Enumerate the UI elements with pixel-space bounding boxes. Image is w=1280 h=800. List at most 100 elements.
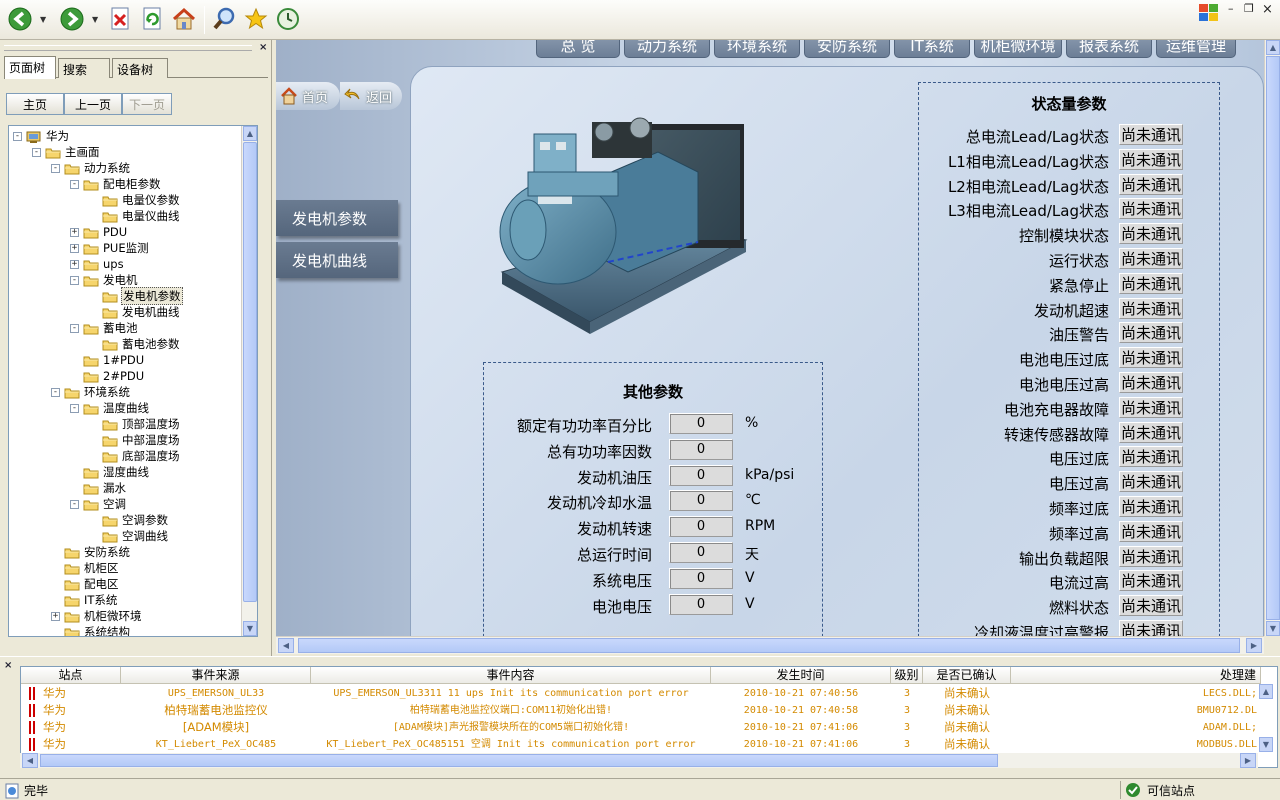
- event-row[interactable]: 华为 柏特瑞蓄电池监控仪 柏特瑞蓄电池监控仪端口:COM11初始化出错! 2010-1…: [21, 702, 1261, 719]
- tree-node[interactable]: 漏水: [70, 480, 127, 496]
- menu-tab[interactable]: 安防系统: [804, 40, 890, 58]
- tree-node[interactable]: 机柜区: [51, 560, 120, 576]
- tree-node[interactable]: 2#PDU: [70, 368, 145, 384]
- tree-expand-icon[interactable]: -: [70, 323, 79, 333]
- tree-node[interactable]: - 华为: [13, 128, 70, 144]
- menu-tab[interactable]: 报表系统: [1066, 40, 1152, 58]
- menu-tab[interactable]: 机柜微环境: [974, 40, 1062, 58]
- tree-scrollbar[interactable]: ▲ ▼: [241, 126, 257, 636]
- tree-node[interactable]: 空调参数: [89, 512, 169, 528]
- scroll-down-icon[interactable]: ▼: [1259, 737, 1273, 752]
- scroll-thumb[interactable]: [40, 754, 998, 767]
- scroll-right-icon[interactable]: ▶: [1246, 638, 1262, 653]
- tree-expand-icon[interactable]: -: [13, 131, 22, 141]
- tree-node[interactable]: + ups: [70, 256, 125, 272]
- tab-device-tree[interactable]: 设备树: [112, 58, 168, 78]
- restore-button[interactable]: ❐: [1244, 2, 1254, 15]
- main-scrollbar-horizontal[interactable]: ◀ ▶: [276, 636, 1264, 654]
- events-scrollbar-horizontal[interactable]: ◀ ▶: [20, 753, 1258, 768]
- generator-params-button[interactable]: 发电机参数: [276, 200, 398, 236]
- tree-node[interactable]: 蓄电池参数: [89, 336, 181, 352]
- tree-node[interactable]: - 空调: [70, 496, 127, 512]
- column-header[interactable]: 站点: [21, 667, 121, 684]
- tree-node[interactable]: - 温度曲线: [70, 400, 150, 416]
- tree-node[interactable]: 湿度曲线: [70, 464, 150, 480]
- tab-search[interactable]: 搜索: [58, 58, 110, 78]
- scroll-thumb[interactable]: [298, 638, 1240, 653]
- tree-node[interactable]: + 机柜微环境: [51, 608, 143, 624]
- home-icon[interactable]: [170, 5, 198, 33]
- tree-node[interactable]: 底部温度场: [89, 448, 181, 464]
- main-scrollbar-vertical[interactable]: ▲ ▼: [1264, 40, 1280, 636]
- tree-expand-icon[interactable]: -: [51, 387, 60, 397]
- minimize-button[interactable]: –: [1228, 2, 1234, 15]
- event-row[interactable]: 华为 [ADAM模块] [ADAM模块]声光报警模块所在的COM5端口初始化错! 20…: [21, 719, 1261, 736]
- generator-curve-button[interactable]: 发电机曲线: [276, 242, 398, 278]
- tree-expand-icon[interactable]: +: [51, 611, 60, 621]
- tree-node[interactable]: IT系统: [51, 592, 118, 608]
- menu-tab[interactable]: IT系统: [894, 40, 970, 58]
- tree-expand-icon[interactable]: -: [70, 403, 79, 413]
- events-scrollbar-vertical[interactable]: ▲ ▼: [1258, 684, 1274, 752]
- tree-node[interactable]: - 配电柜参数: [70, 176, 162, 192]
- forward-dropdown[interactable]: ▼: [92, 15, 98, 24]
- scroll-thumb[interactable]: [243, 142, 257, 602]
- tree-node[interactable]: + PDU: [70, 224, 128, 240]
- tree-expand-icon[interactable]: +: [70, 259, 79, 269]
- scroll-up-icon[interactable]: ▲: [1266, 40, 1280, 55]
- back-icon[interactable]: [6, 5, 34, 33]
- event-row[interactable]: 华为 UPS_EMERSON_UL33 UPS_EMERSON_UL3311 11 …: [21, 685, 1261, 702]
- tree-node[interactable]: 安防系统: [51, 544, 131, 560]
- scroll-left-icon[interactable]: ◀: [22, 753, 38, 768]
- tree-expand-icon[interactable]: +: [70, 243, 79, 253]
- tree-node[interactable]: - 蓄电池: [70, 320, 139, 336]
- scroll-left-icon[interactable]: ◀: [278, 638, 294, 653]
- tree-node[interactable]: 发电机参数: [89, 287, 183, 305]
- tree-expand-icon[interactable]: -: [70, 179, 79, 189]
- refresh-icon[interactable]: [138, 5, 166, 33]
- tree-expand-icon[interactable]: -: [70, 499, 79, 509]
- scroll-up-icon[interactable]: ▲: [243, 126, 257, 141]
- events-close-button[interactable]: ×: [4, 660, 12, 671]
- tree-node[interactable]: 顶部温度场: [89, 416, 181, 432]
- column-header[interactable]: 处理建: [1011, 667, 1261, 684]
- tree-node[interactable]: 电量仪参数: [89, 192, 181, 208]
- left-panel-close-button[interactable]: ×: [259, 42, 267, 53]
- scroll-down-icon[interactable]: ▼: [1266, 621, 1280, 636]
- favorites-icon[interactable]: [242, 5, 270, 33]
- tree-node[interactable]: 中部温度场: [89, 432, 181, 448]
- home-nav-button[interactable]: 首页: [276, 82, 340, 110]
- tree-node[interactable]: 发电机曲线: [89, 304, 181, 320]
- panel-grip[interactable]: [4, 45, 252, 51]
- tree-expand-icon[interactable]: -: [51, 163, 60, 173]
- prev-page-button[interactable]: 上一页: [64, 93, 122, 115]
- history-icon[interactable]: [274, 5, 302, 33]
- tree-node[interactable]: + PUE监测: [70, 240, 150, 256]
- menu-tab[interactable]: 运维管理: [1156, 40, 1236, 58]
- event-row[interactable]: 华为 KT_Liebert_PeX_OC485 KT_Liebert_PeX_OC4…: [21, 736, 1261, 753]
- tree-expand-icon[interactable]: -: [32, 147, 41, 157]
- tree-node[interactable]: - 主画面: [32, 144, 101, 160]
- home-page-button[interactable]: 主页: [6, 93, 64, 115]
- back-nav-button[interactable]: 返回: [340, 82, 402, 110]
- tree-node[interactable]: - 环境系统: [51, 384, 131, 400]
- menu-tab[interactable]: 动力系统: [624, 40, 710, 58]
- column-header[interactable]: 事件内容: [311, 667, 711, 684]
- tree-node[interactable]: 电量仪曲线: [89, 208, 181, 224]
- tree-node[interactable]: 配电区: [51, 576, 120, 592]
- scroll-right-icon[interactable]: ▶: [1240, 753, 1256, 768]
- menu-tab[interactable]: 环境系统: [714, 40, 800, 58]
- back-dropdown[interactable]: ▼: [40, 15, 46, 24]
- next-page-button[interactable]: 下一页: [122, 93, 172, 115]
- tree-node[interactable]: - 动力系统: [51, 160, 131, 176]
- menu-tab[interactable]: 总 览: [536, 40, 620, 58]
- column-header[interactable]: 是否已确认: [923, 667, 1011, 684]
- column-header[interactable]: 事件来源: [121, 667, 311, 684]
- tree-node[interactable]: 系统结构: [51, 624, 131, 636]
- tree-expand-icon[interactable]: +: [70, 227, 79, 237]
- scroll-up-icon[interactable]: ▲: [1259, 684, 1273, 699]
- tree-expand-icon[interactable]: -: [70, 275, 79, 285]
- tree-node[interactable]: - 发电机: [70, 272, 139, 288]
- tab-page-tree[interactable]: 页面树: [4, 56, 56, 79]
- tree-node[interactable]: 空调曲线: [89, 528, 169, 544]
